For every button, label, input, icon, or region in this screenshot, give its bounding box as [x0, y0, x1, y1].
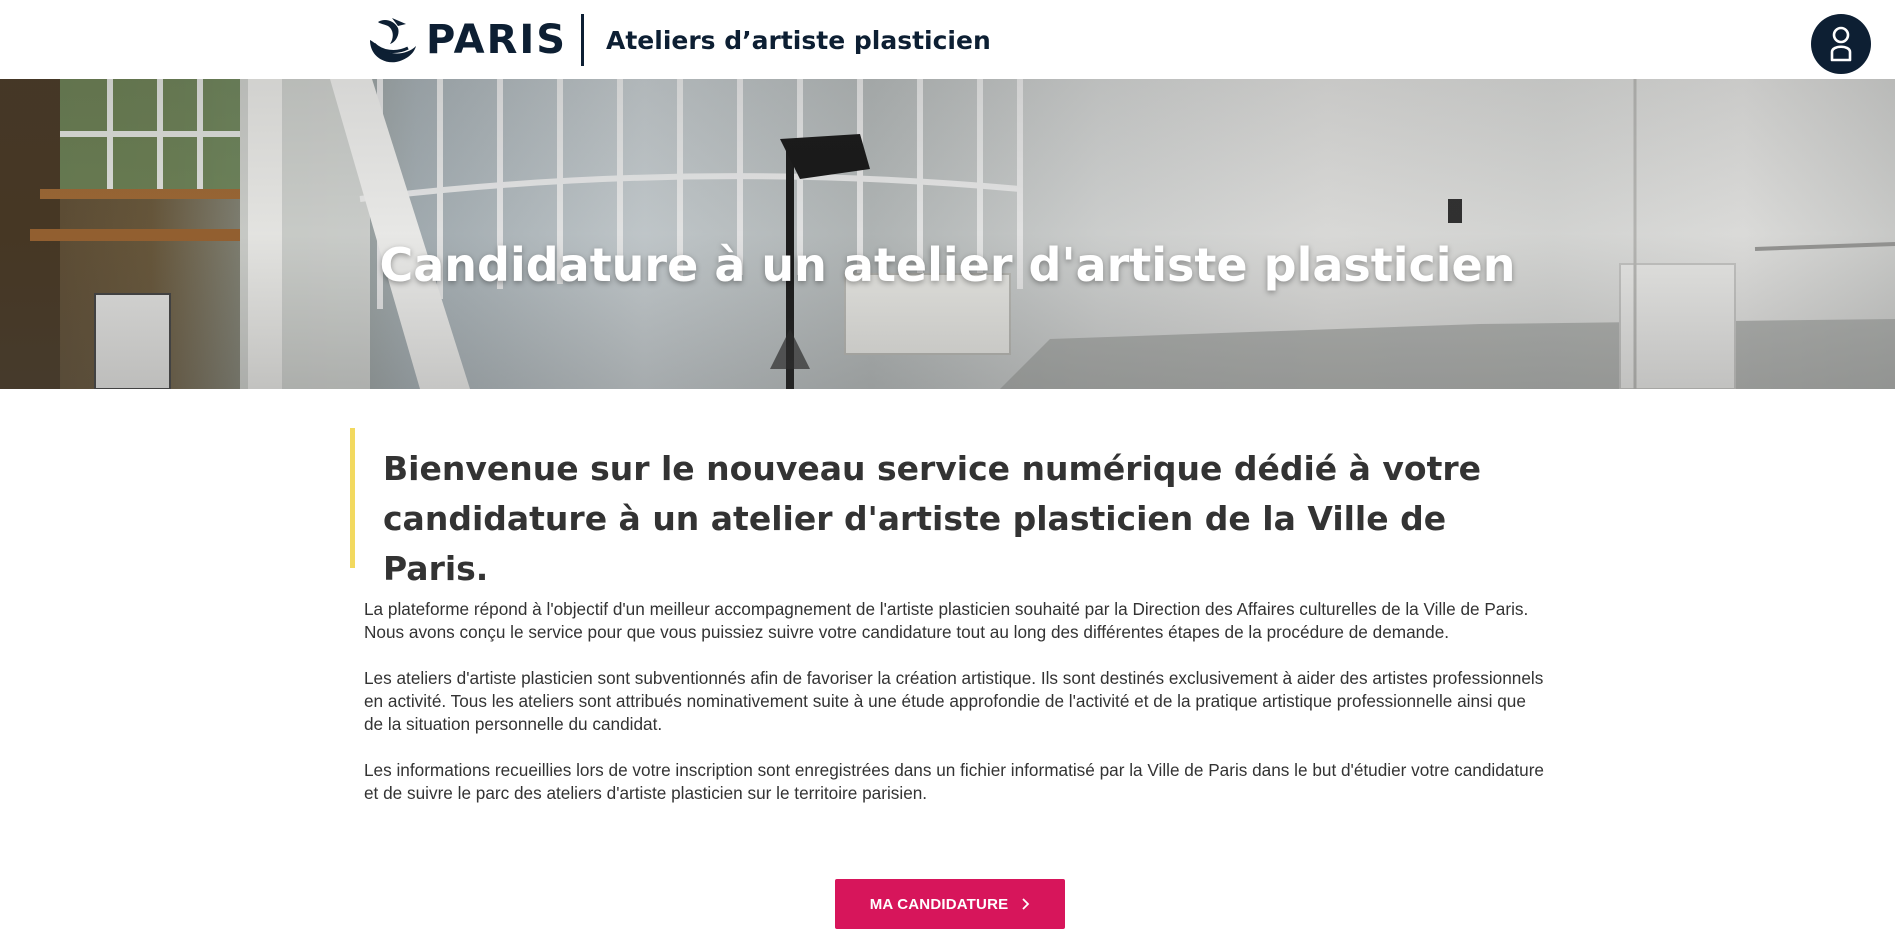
account-button[interactable]	[1811, 14, 1871, 74]
paris-logo-link[interactable]: PARIS	[364, 14, 567, 66]
header-separator	[581, 14, 584, 66]
description-paragraph: Les informations recueillies lors de vot…	[364, 760, 1544, 803]
intro-title: Bienvenue sur le nouveau service numériq…	[383, 449, 1482, 588]
description-paragraph: La plateforme répond à l'objectif d'un m…	[364, 599, 1529, 642]
ma-candidature-button[interactable]: MA CANDIDATURE	[835, 879, 1065, 929]
cta-label: MA CANDIDATURE	[869, 895, 1009, 913]
description-paragraph: Les ateliers d'artiste plasticien sont s…	[364, 668, 1544, 734]
site-title: Ateliers d’artiste plasticien	[606, 26, 991, 55]
chevron-right-icon	[1022, 895, 1030, 913]
description: La plateforme répond à l'objectif d'un m…	[364, 598, 1544, 828]
logo-text: PARIS	[426, 17, 568, 63]
hero-title: Candidature à un atelier d'artiste plast…	[379, 237, 1516, 292]
paris-boat-icon	[370, 18, 416, 63]
hero-banner: Candidature à un atelier d'artiste plast…	[0, 79, 1895, 389]
user-icon	[1830, 26, 1852, 62]
site-header: PARIS Ateliers d’artiste plasticien	[0, 0, 1895, 79]
intro-block: Bienvenue sur le nouveau service numériq…	[350, 428, 1540, 588]
